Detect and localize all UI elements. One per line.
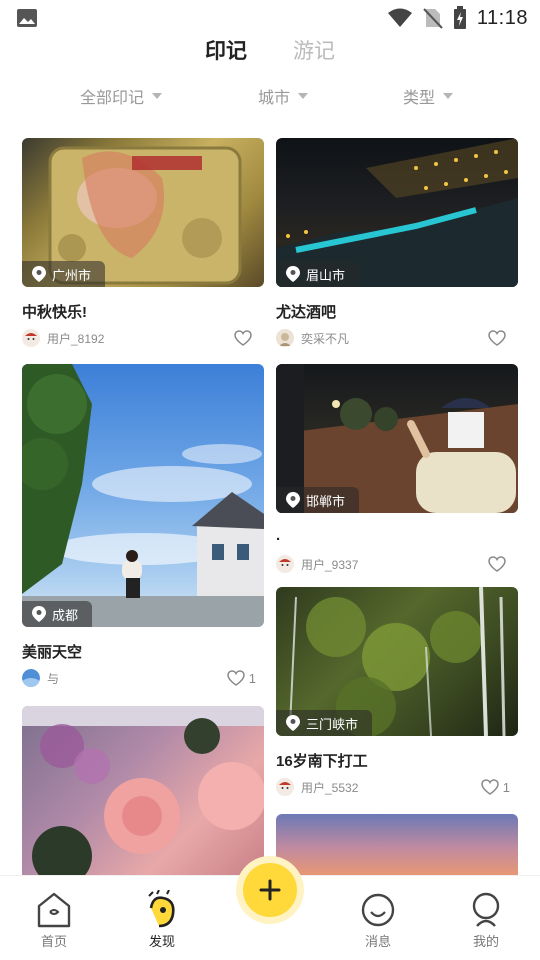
card-meta: 用户_5532 1 <box>276 776 518 798</box>
location-pin-icon <box>286 492 300 508</box>
battery-icon <box>453 6 466 29</box>
like-button[interactable] <box>488 330 510 346</box>
location-label: 成都 <box>52 607 79 623</box>
card-photo[interactable]: 广州市 <box>22 138 264 287</box>
add-post-fab[interactable] <box>243 863 297 917</box>
username[interactable]: 奕采不凡 <box>301 330 488 347</box>
status-bar: 11:18 <box>0 0 540 36</box>
chevron-down-icon <box>152 93 163 99</box>
tab-yinji[interactable]: 印记 <box>205 36 247 72</box>
add-post-button[interactable] <box>236 856 304 924</box>
like-button[interactable]: 1 <box>227 670 256 686</box>
nav-mine-label: 我的 <box>472 934 499 949</box>
card-photo[interactable] <box>276 814 518 881</box>
chevron-down-icon <box>298 93 309 99</box>
top-tabs: 印记 游记 <box>0 36 540 72</box>
filter-city[interactable]: 城市 <box>258 84 309 108</box>
location-pin-icon <box>32 606 46 622</box>
username[interactable]: 与 <box>47 670 227 687</box>
like-button[interactable] <box>488 556 510 572</box>
filter-city-label: 城市 <box>258 90 291 107</box>
card-title: 16岁南下打工 <box>276 753 368 770</box>
card-beautiful-sky[interactable]: 成都 美丽天空 与 1 <box>22 364 264 689</box>
username[interactable]: 用户_9337 <box>301 556 488 573</box>
card-roses[interactable] <box>22 706 264 881</box>
roses-image <box>22 706 264 881</box>
avatar[interactable] <box>276 329 294 347</box>
filter-bar: 全部印记 城市 类型 <box>0 84 540 114</box>
gallery-icon <box>17 9 37 27</box>
nav-home-label: 首页 <box>40 934 67 949</box>
no-sim-icon <box>423 8 443 29</box>
card-night-street[interactable]: 邯郸市 . 用户_9337 <box>276 364 518 575</box>
card-sunset[interactable] <box>276 814 518 881</box>
location-badge: 三门峡市 <box>276 710 373 736</box>
clock: 11:18 <box>476 6 528 29</box>
heart-icon <box>488 330 506 346</box>
home-icon <box>37 892 71 928</box>
nav-mine[interactable]: 我的 <box>454 890 518 950</box>
profile-icon <box>472 892 500 927</box>
location-label: 三门峡市 <box>306 716 359 732</box>
avatar[interactable] <box>22 669 40 687</box>
card-mid-autumn[interactable]: 广州市 中秋快乐! 用户_8192 <box>22 138 264 349</box>
card-photo[interactable]: 成都 <box>22 364 264 627</box>
card-title: 中秋快乐! <box>22 304 87 321</box>
nav-discover-label: 发现 <box>148 934 175 949</box>
heart-icon <box>234 330 252 346</box>
heart-icon <box>481 779 499 795</box>
card-meta: 与 1 <box>22 667 264 689</box>
card-photo[interactable] <box>22 706 264 881</box>
nav-messages[interactable]: 消息 <box>346 890 410 950</box>
like-button[interactable]: 1 <box>481 779 510 795</box>
card-meta: 用户_8192 <box>22 327 264 349</box>
plus-icon <box>259 879 281 901</box>
card-photo[interactable]: 三门峡市 <box>276 587 518 736</box>
card-title: 尤达酒吧 <box>276 304 337 321</box>
location-label: 广州市 <box>52 267 92 283</box>
location-badge: 广州市 <box>22 261 106 287</box>
filter-all[interactable]: 全部印记 <box>80 84 163 108</box>
heart-icon <box>227 670 245 686</box>
card-title: . <box>276 527 281 544</box>
filter-all-label: 全部印记 <box>80 90 145 107</box>
card-meta: 奕采不凡 <box>276 327 518 349</box>
nav-discover[interactable]: 发现 <box>130 890 194 950</box>
chevron-down-icon <box>443 93 454 99</box>
location-pin-icon <box>286 266 300 282</box>
location-pin-icon <box>32 266 46 282</box>
like-count: 1 <box>502 779 510 795</box>
message-icon <box>361 893 395 927</box>
wifi-icon <box>387 8 412 27</box>
tab-youji[interactable]: 游记 <box>293 36 335 72</box>
location-label: 邯郸市 <box>306 493 346 509</box>
filter-type[interactable]: 类型 <box>403 84 454 108</box>
card-meta: 用户_9337 <box>276 553 518 575</box>
like-count: 1 <box>248 670 256 686</box>
avatar[interactable] <box>276 778 294 796</box>
blue-sky-image <box>22 364 264 627</box>
avatar[interactable] <box>276 555 294 573</box>
nav-messages-label: 消息 <box>364 934 391 949</box>
card-waterfall[interactable]: 三门峡市 16岁南下打工 用户_5532 1 <box>276 587 518 798</box>
card-yoda-bar[interactable]: 眉山市 尤达酒吧 奕采不凡 <box>276 138 518 349</box>
location-badge: 成都 <box>22 601 93 627</box>
card-title: 美丽天空 <box>22 644 83 661</box>
like-button[interactable] <box>234 330 256 346</box>
heart-icon <box>488 556 506 572</box>
username[interactable]: 用户_5532 <box>301 779 481 796</box>
location-label: 眉山市 <box>306 267 346 283</box>
filter-type-label: 类型 <box>403 90 436 107</box>
discover-icon <box>148 890 175 928</box>
username[interactable]: 用户_8192 <box>47 330 234 347</box>
location-badge: 邯郸市 <box>276 487 360 513</box>
avatar[interactable] <box>22 329 40 347</box>
card-photo[interactable]: 眉山市 <box>276 138 518 287</box>
location-pin-icon <box>286 715 300 731</box>
nav-home[interactable]: 首页 <box>22 890 86 950</box>
location-badge: 眉山市 <box>276 261 360 287</box>
card-photo[interactable]: 邯郸市 <box>276 364 518 513</box>
